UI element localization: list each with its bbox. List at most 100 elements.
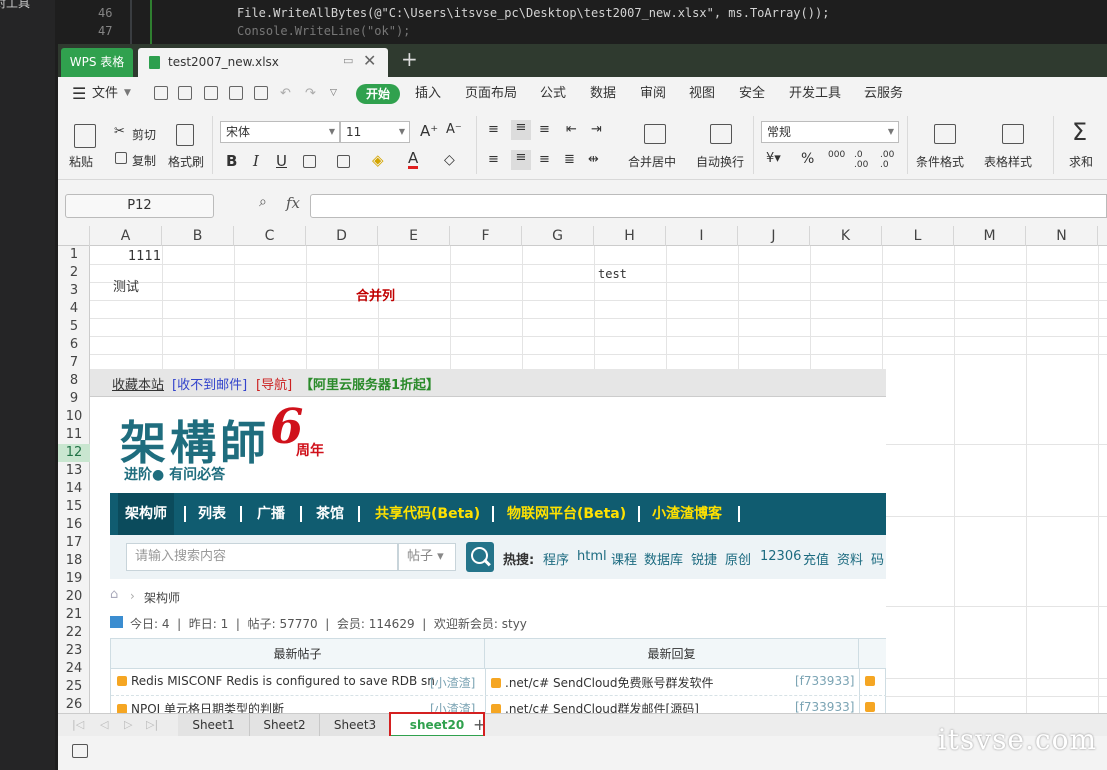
column-header[interactable]: F [450, 226, 522, 246]
fill-color-icon[interactable]: ◈ [372, 151, 384, 169]
row-header[interactable]: 16 [58, 516, 90, 534]
increase-font-icon[interactable]: A⁺ [420, 122, 438, 140]
next-sheet-icon[interactable]: ▷ [124, 718, 132, 731]
justify-icon[interactable]: ≣ [564, 152, 575, 167]
open-folder-icon[interactable] [154, 86, 168, 100]
row-header[interactable]: 1 [58, 246, 90, 264]
cell-a1[interactable]: 1111 [128, 249, 161, 264]
function-icon[interactable]: fx [286, 194, 300, 212]
column-header[interactable]: D [306, 226, 378, 246]
menu-view[interactable]: 视图 [689, 77, 715, 110]
menu-file[interactable]: 文件 [92, 77, 118, 110]
font-size-select[interactable]: 11 ▼ [340, 121, 410, 143]
column-header[interactable]: L [882, 226, 954, 246]
cell-h2[interactable]: test [598, 267, 627, 281]
cell-style-icon[interactable] [337, 155, 350, 168]
row-header[interactable]: 5 [58, 318, 90, 336]
menu-insert[interactable]: 插入 [415, 77, 441, 110]
currency-icon[interactable]: ¥▾ [766, 151, 781, 166]
save-icon[interactable] [178, 86, 192, 100]
clear-format-icon[interactable]: ◇ [444, 152, 455, 168]
row-header[interactable]: 14 [58, 480, 90, 498]
sheet-tab[interactable]: Sheet2 [250, 714, 320, 736]
row-header[interactable]: 10 [58, 408, 90, 426]
conditional-format-button[interactable]: 条件格式 [916, 153, 964, 170]
last-sheet-icon[interactable]: ▷| [146, 718, 158, 731]
row-header[interactable]: 4 [58, 300, 90, 318]
increase-indent-icon[interactable]: ⇥ [591, 122, 602, 137]
export-pdf-icon[interactable] [204, 86, 218, 100]
borders-icon[interactable] [303, 155, 316, 168]
row-header[interactable]: 23 [58, 642, 90, 660]
percent-button[interactable]: % [801, 151, 814, 167]
row-header[interactable]: 13 [58, 462, 90, 480]
underline-button[interactable]: U [276, 152, 287, 170]
zoom-search-icon[interactable]: ⌕ [259, 194, 267, 210]
format-painter-button[interactable]: 格式刷 [168, 153, 204, 170]
column-header[interactable]: H [594, 226, 666, 246]
sheet-tab[interactable]: Sheet1 [178, 714, 250, 736]
formula-input[interactable] [310, 194, 1107, 218]
menu-formulas[interactable]: 公式 [540, 77, 566, 110]
distributed-align-icon[interactable]: ⇹ [588, 152, 599, 167]
table-style-button[interactable]: 表格样式 [984, 153, 1032, 170]
decrease-decimal-icon[interactable]: .00.0 [880, 150, 894, 170]
paste-button[interactable]: 粘贴 [69, 153, 93, 170]
column-header[interactable]: M [954, 226, 1026, 246]
code-line[interactable]: Console.WriteLine("ok"); [237, 24, 410, 38]
chevron-down-icon[interactable]: ▼ [124, 77, 131, 110]
thousands-separator-icon[interactable]: 000 [828, 150, 845, 160]
redo-icon[interactable]: ↷ [305, 77, 316, 110]
row-header[interactable]: 15 [58, 498, 90, 516]
align-middle-icon[interactable]: ≡ [511, 120, 531, 140]
paste-icon[interactable] [74, 124, 96, 148]
italic-button[interactable]: I [253, 152, 259, 170]
cut-button[interactable]: 剪切 [132, 126, 156, 143]
row-header[interactable]: 8 [58, 372, 90, 390]
align-top-icon[interactable]: ≡ [488, 122, 499, 137]
spreadsheet-grid[interactable]: A B C D E F G H I J K L M N 1 2 3 4 5 6 … [58, 226, 1107, 713]
column-header[interactable]: E [378, 226, 450, 246]
row-header[interactable]: 3 [58, 282, 90, 300]
column-header[interactable]: B [162, 226, 234, 246]
sheet-tab[interactable]: Sheet3 [320, 714, 391, 736]
row-header[interactable]: 17 [58, 534, 90, 552]
first-sheet-icon[interactable]: |◁ [72, 718, 84, 731]
bold-button[interactable]: B [226, 152, 237, 170]
font-color-icon[interactable]: A [408, 150, 419, 169]
select-all-corner[interactable] [58, 226, 90, 246]
menu-page-layout[interactable]: 页面布局 [465, 77, 517, 110]
column-header[interactable]: J [738, 226, 810, 246]
merge-center-button[interactable]: 合并居中 [628, 153, 676, 170]
row-header[interactable]: 26 [58, 696, 90, 713]
column-header[interactable]: K [810, 226, 882, 246]
window-restore-icon[interactable]: ▭ [343, 54, 353, 67]
row-header[interactable]: 7 [58, 354, 90, 372]
print-preview-icon[interactable] [254, 86, 268, 100]
print-icon[interactable] [229, 86, 243, 100]
hamburger-menu-icon[interactable]: ☰ [72, 77, 86, 110]
column-header[interactable]: A [90, 226, 162, 246]
cell-merged[interactable]: 合并列 [356, 285, 395, 304]
align-right-icon[interactable]: ≡ [539, 152, 550, 167]
macro-record-icon[interactable] [72, 744, 88, 758]
prev-sheet-icon[interactable]: ◁ [100, 718, 108, 731]
menu-developer[interactable]: 开发工具 [789, 77, 841, 110]
row-header[interactable]: 2 [58, 264, 90, 282]
font-name-select[interactable]: 宋体 ▼ [220, 121, 340, 143]
embedded-screenshot-image[interactable]: 收藏本站 [收不到邮件] [导航] 【阿里云服务器1折起】 架構師 6 周年 进… [90, 369, 886, 713]
code-line[interactable]: File.WriteAllBytes(@"C:\Users\itsvse_pc\… [237, 6, 829, 20]
column-header[interactable]: C [234, 226, 306, 246]
tab-file[interactable]: test2007_new.xlsx ▭ ✕ [138, 48, 388, 77]
cell-a2[interactable]: 测试 [113, 276, 139, 295]
copy-button[interactable]: 复制 [132, 152, 156, 169]
row-header[interactable]: 22 [58, 624, 90, 642]
sum-button[interactable]: 求和 [1069, 153, 1093, 170]
column-header[interactable]: N [1026, 226, 1098, 246]
wrap-text-button[interactable]: 自动换行 [696, 153, 744, 170]
close-icon[interactable]: ✕ [363, 51, 376, 70]
menu-start[interactable]: 开始 [356, 84, 400, 104]
align-left-icon[interactable]: ≡ [488, 152, 499, 167]
row-header[interactable]: 19 [58, 570, 90, 588]
row-header-selected[interactable]: 12 [58, 444, 90, 462]
